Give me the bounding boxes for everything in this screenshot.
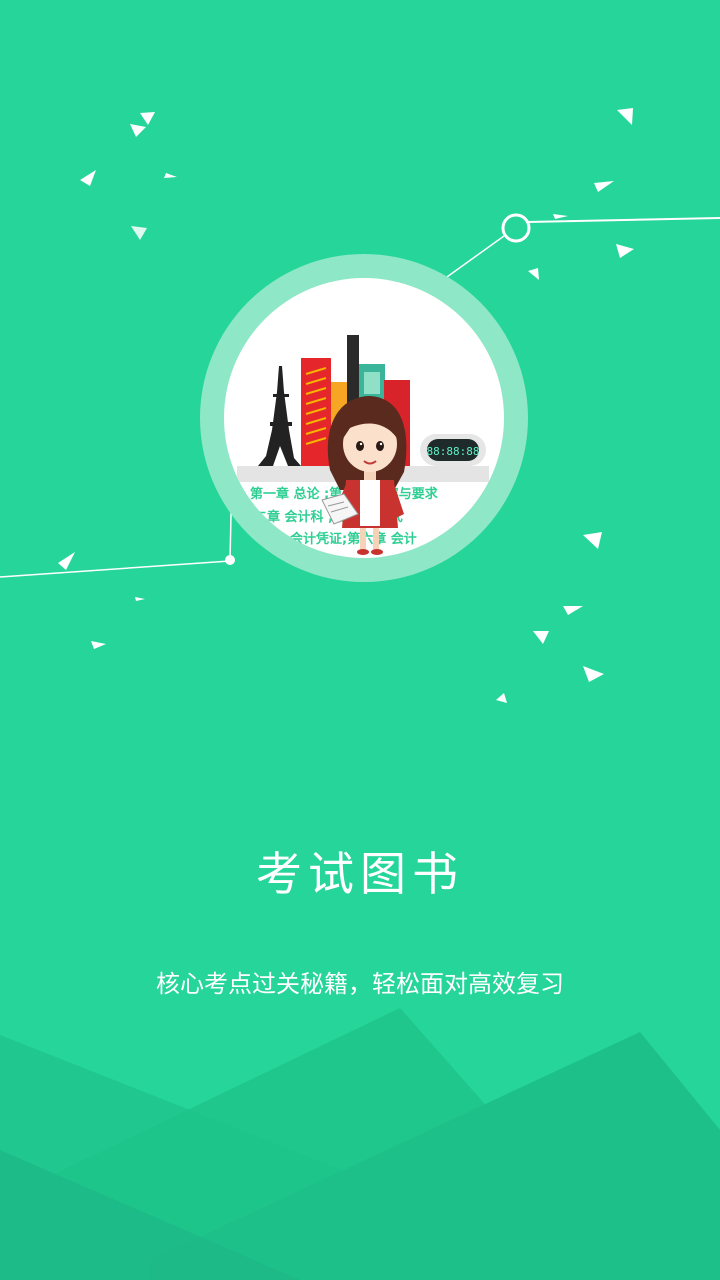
book-illustration: 88:88:88 第一章 总论 ;第 核算内容与要求 二章 会计科 ;第四章 复… bbox=[200, 254, 528, 582]
svg-text:88:88:88: 88:88:88 bbox=[427, 445, 480, 458]
svg-text:会计凭证;第六章 会计: 会计凭证;第六章 会计 bbox=[290, 531, 417, 547]
page-subtitle: 核心考点过关秘籍，轻松面对高效复习 bbox=[156, 970, 564, 998]
page-title: 考试图书 bbox=[256, 847, 464, 901]
digital-clock-icon: 88:88:88 bbox=[420, 434, 486, 466]
